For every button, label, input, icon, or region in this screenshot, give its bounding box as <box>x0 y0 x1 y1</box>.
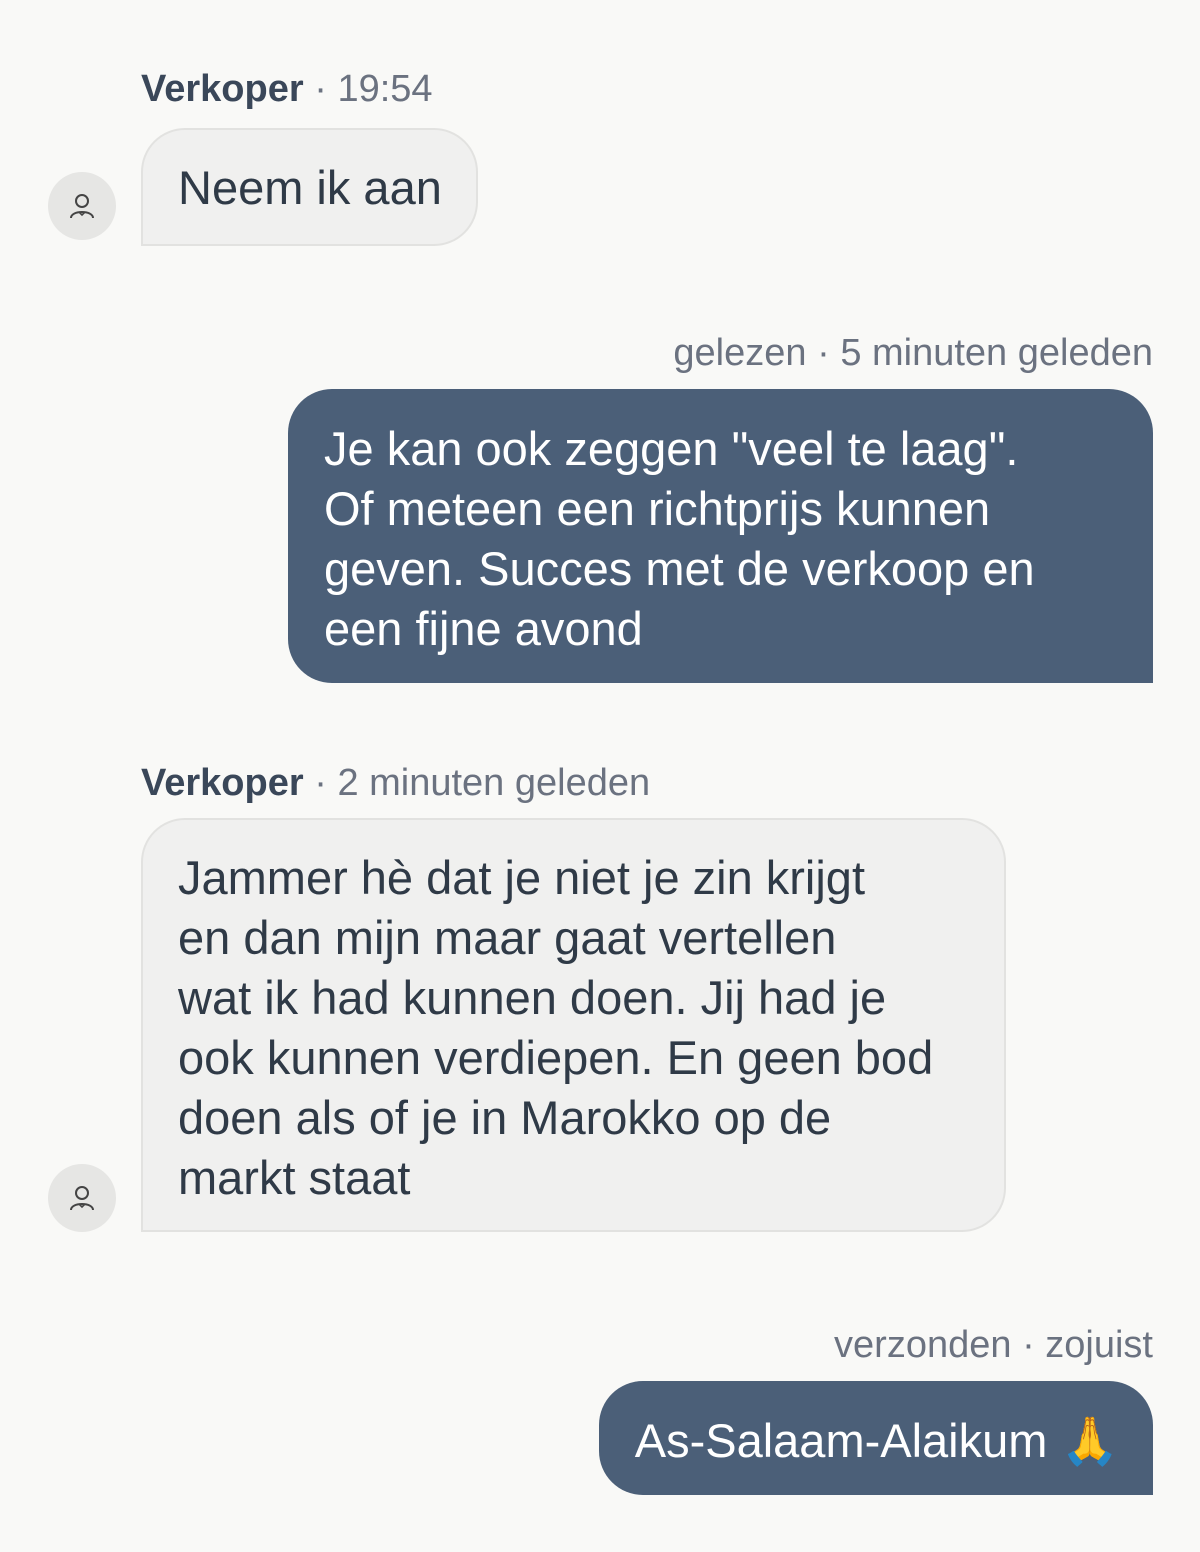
message-line: Jammer hè dat je niet je zin krijgt <box>178 851 866 904</box>
message-meta-2: gelezen · 5 minuten geleden <box>673 332 1153 375</box>
message-time: zojuist <box>1045 1324 1153 1366</box>
message-line: Je kan ook zeggen "veel te laag". <box>324 422 1019 475</box>
message-line: wat ik had kunnen doen. Jij had je <box>178 971 887 1024</box>
message-bubble-incoming[interactable]: Neem ik aan <box>141 128 478 246</box>
message-line: Of meteen een richtprijs kunnen <box>324 482 991 535</box>
meta-separator: · <box>314 762 327 804</box>
message-line: ook kunnen verdiepen. En geen bod <box>178 1031 934 1084</box>
sender-name: Verkoper <box>141 68 304 110</box>
message-line: een fijne avond <box>324 602 643 655</box>
message-meta-1: Verkoper · 19:54 <box>141 68 433 111</box>
message-bubble-incoming[interactable]: Jammer hè dat je niet je zin krijgt en d… <box>141 818 1006 1232</box>
message-line: doen als of je in Marokko op de <box>178 1091 832 1144</box>
message-status: verzonden <box>834 1324 1012 1366</box>
meta-separator: · <box>1022 1324 1035 1366</box>
avatar[interactable] <box>48 1164 116 1232</box>
message-meta-4: verzonden · zojuist <box>834 1324 1153 1367</box>
meta-separator: · <box>314 68 327 110</box>
message-text: As-Salaam-Alaikum 🙏 <box>634 1414 1119 1467</box>
message-line: geven. Succes met de verkoop en <box>324 542 1035 595</box>
message-status: gelezen <box>673 332 807 374</box>
avatar[interactable] <box>48 172 116 240</box>
sender-name: Verkoper <box>141 762 304 804</box>
message-text: Neem ik aan <box>178 161 442 214</box>
message-time: 19:54 <box>337 68 433 110</box>
message-meta-3: Verkoper · 2 minuten geleden <box>141 762 650 805</box>
message-line: markt staat <box>178 1151 411 1204</box>
message-bubble-outgoing[interactable]: As-Salaam-Alaikum 🙏 <box>598 1381 1153 1495</box>
message-time: 5 minuten geleden <box>840 332 1153 374</box>
user-icon <box>70 1186 94 1211</box>
meta-separator: · <box>817 332 830 374</box>
message-bubble-outgoing[interactable]: Je kan ook zeggen "veel te laag". Of met… <box>288 389 1153 683</box>
user-icon <box>70 194 94 219</box>
message-time: 2 minuten geleden <box>337 762 651 804</box>
message-line: en dan mijn maar gaat vertellen <box>178 911 837 964</box>
